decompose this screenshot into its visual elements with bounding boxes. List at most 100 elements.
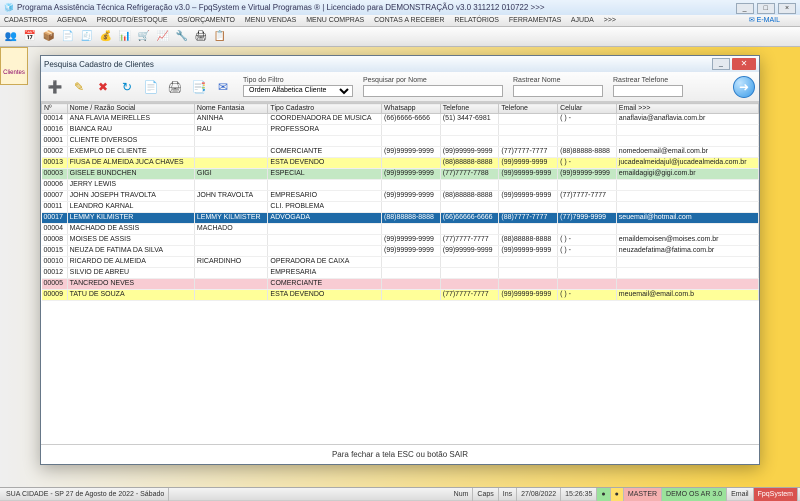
table-row[interactable]: 00004MACHADO DE ASSISMACHADO	[42, 224, 759, 235]
status-date: 27/08/2022	[517, 488, 561, 501]
track-phone-group: Rastrear Telefone	[613, 77, 683, 97]
table-row[interactable]: 00016BIANCA RAURAUPROFESSORA	[42, 125, 759, 136]
table-row[interactable]: 00009TATU DE SOUZAESTA DEVENDO(77)7777-7…	[42, 290, 759, 301]
dialog-toolbar: ➕ ✎ ✖ ↻ 📄 🖨 📑 ✉ Tipo do Filtro Ordem Alf…	[41, 72, 759, 102]
menu-relatorios[interactable]: RELATÓRIOS	[454, 17, 499, 24]
status-email[interactable]: Email	[727, 488, 754, 501]
status-lamp-yellow: ●	[611, 488, 624, 501]
filter-label: Tipo do Filtro	[243, 77, 353, 84]
menu-ferramentas[interactable]: FERRAMENTAS	[509, 17, 561, 24]
table-row[interactable]: 00017LEMMY KILMISTERLEMMY KILMISTERADVOG…	[42, 213, 759, 224]
side-tab-clientes[interactable]: Clientes	[0, 47, 28, 85]
menubar: CADASTROS AGENDA PRODUTO/ESTOQUE OS/ORÇA…	[0, 15, 800, 27]
col-0[interactable]: Nº	[42, 104, 68, 114]
col-3[interactable]: Tipo Cadastro	[268, 104, 382, 114]
col-7[interactable]: Celular	[558, 104, 617, 114]
workspace: Clientes Pesquisa Cadastro de Clientes _…	[0, 47, 800, 487]
status-num: Num	[450, 488, 474, 501]
close-button[interactable]: ×	[778, 3, 796, 14]
track-name-group: Rastrear Nome	[513, 77, 603, 97]
status-bar: SUA CIDADE - SP 27 de Agosto de 2022 - S…	[0, 487, 800, 500]
col-8[interactable]: Email >>>	[616, 104, 758, 114]
table-row[interactable]: 00015NEUZA DE FATIMA DA SILVA(99)99999-9…	[42, 246, 759, 257]
tb-icon-5[interactable]: 🧾	[78, 29, 96, 45]
menu-compras[interactable]: MENU COMPRAS	[306, 17, 364, 24]
tb-icon-8[interactable]: 🛒	[135, 29, 153, 45]
track-phone-input[interactable]	[613, 85, 683, 97]
tb-icon-2[interactable]: 📅	[21, 29, 39, 45]
status-master: MASTER	[624, 488, 662, 501]
menu-os[interactable]: OS/ORÇAMENTO	[178, 17, 235, 24]
app-icon: 🧊	[4, 0, 14, 15]
status-time: 15:26:35	[561, 488, 597, 501]
table-row[interactable]: 00002EXEMPLO DE CLIENTECOMERCIANTE(99)99…	[42, 147, 759, 158]
status-caps: Caps	[473, 488, 498, 501]
table-row[interactable]: 00011LEANDRO KARNALCLI. PROBLEMA	[42, 202, 759, 213]
col-2[interactable]: Nome Fantasia	[194, 104, 268, 114]
search-name-group: Pesquisar por Nome	[363, 77, 503, 97]
col-1[interactable]: Nome / Razão Social	[67, 104, 194, 114]
tb-icon-4[interactable]: 📄	[59, 29, 77, 45]
tb-icon-1[interactable]: 👥	[2, 29, 20, 45]
menu-more[interactable]: >>>	[604, 17, 616, 24]
track-name-label: Rastrear Nome	[513, 77, 603, 84]
minimize-button[interactable]: _	[736, 3, 754, 14]
table-row[interactable]: 00013FIUSA DE ALMEIDA JUCA CHAVESESTA DE…	[42, 158, 759, 169]
mail-icon[interactable]: ✉	[213, 77, 233, 97]
main-toolbar: 👥 📅 📦 📄 🧾 💰 📊 🛒 📈 🔧 🖨 📋	[0, 27, 800, 47]
menu-contas[interactable]: CONTAS A RECEBER	[374, 17, 444, 24]
refresh-icon[interactable]: ↻	[117, 77, 137, 97]
dialog-title: Pesquisa Cadastro de Clientes	[44, 60, 712, 69]
col-5[interactable]: Telefone	[440, 104, 499, 114]
tb-icon-10[interactable]: 🔧	[173, 29, 191, 45]
filter-group: Tipo do Filtro Ordem Alfabetica Cliente	[243, 77, 353, 97]
status-system[interactable]: FpqSystem	[754, 488, 798, 501]
tb-icon-12[interactable]: 📋	[211, 29, 229, 45]
menu-vendas[interactable]: MENU VENDAS	[245, 17, 296, 24]
edit-icon[interactable]: ✎	[69, 77, 89, 97]
search-name-input[interactable]	[363, 85, 503, 97]
dialog-minimize-button[interactable]: _	[712, 58, 730, 70]
table-row[interactable]: 00008MOISES DE ASSIS(99)99999-9999(77)77…	[42, 235, 759, 246]
results-grid[interactable]: NºNome / Razão SocialNome FantasiaTipo C…	[41, 102, 759, 444]
dialog-title-bar: Pesquisa Cadastro de Clientes _ ✕	[41, 56, 759, 72]
menu-ajuda[interactable]: AJUDA	[571, 17, 594, 24]
email-link[interactable]: ✉ E-MAIL	[749, 15, 788, 27]
search-go-button[interactable]: ➜	[733, 76, 755, 98]
track-phone-label: Rastrear Telefone	[613, 77, 683, 84]
tb-icon-11[interactable]: 🖨	[192, 29, 210, 45]
col-6[interactable]: Telefone	[499, 104, 558, 114]
menu-produto[interactable]: PRODUTO/ESTOQUE	[97, 17, 168, 24]
table-row[interactable]: 00010RICARDO DE ALMEIDARICARDINHOOPERADO…	[42, 257, 759, 268]
filter-select[interactable]: Ordem Alfabetica Cliente	[243, 85, 353, 97]
search-name-label: Pesquisar por Nome	[363, 77, 503, 84]
table-row[interactable]: 00005TANCREDO NEVESCOMERCIANTE	[42, 279, 759, 290]
table-row[interactable]: 00006JERRY LEWIS	[42, 180, 759, 191]
menu-cadastros[interactable]: CADASTROS	[4, 17, 48, 24]
tb-icon-9[interactable]: 📈	[154, 29, 172, 45]
table-row[interactable]: 00007JOHN JOSEPH TRAVOLTAJOHN TRAVOLTAEM…	[42, 191, 759, 202]
col-4[interactable]: Whatsapp	[382, 104, 441, 114]
status-demo: DEMO OS AR 3.0	[662, 488, 727, 501]
tb-icon-3[interactable]: 📦	[40, 29, 58, 45]
maximize-button[interactable]: □	[757, 3, 775, 14]
tb-icon-6[interactable]: 💰	[97, 29, 115, 45]
delete-icon[interactable]: ✖	[93, 77, 113, 97]
app-title: Programa Assistência Técnica Refrigeraçã…	[17, 0, 735, 15]
app-title-bar: 🧊 Programa Assistência Técnica Refrigera…	[0, 0, 800, 15]
menu-agenda[interactable]: AGENDA	[57, 17, 87, 24]
print-icon[interactable]: 🖨	[165, 77, 185, 97]
new-icon[interactable]: ➕	[45, 77, 65, 97]
dialog-close-button[interactable]: ✕	[732, 58, 756, 70]
search-dialog: Pesquisa Cadastro de Clientes _ ✕ ➕ ✎ ✖ …	[40, 55, 760, 465]
dialog-footer: Para fechar a tela ESC ou botão SAIR	[41, 444, 759, 464]
track-name-input[interactable]	[513, 85, 603, 97]
table-row[interactable]: 00001CLIENTE DIVERSOS	[42, 136, 759, 147]
tb-icon-7[interactable]: 📊	[116, 29, 134, 45]
table-row[interactable]: 00014ANA FLAVIA MEIRELLESANINHACOORDENAD…	[42, 114, 759, 125]
table-row[interactable]: 00012SILVIO DE ABREUEMPRESARIA	[42, 268, 759, 279]
status-location: SUA CIDADE - SP 27 de Agosto de 2022 - S…	[2, 488, 169, 501]
copy-icon[interactable]: 📄	[141, 77, 161, 97]
table-row[interactable]: 00003GISELE BUNDCHENGIGIESPECIAL(99)9999…	[42, 169, 759, 180]
export-icon[interactable]: 📑	[189, 77, 209, 97]
